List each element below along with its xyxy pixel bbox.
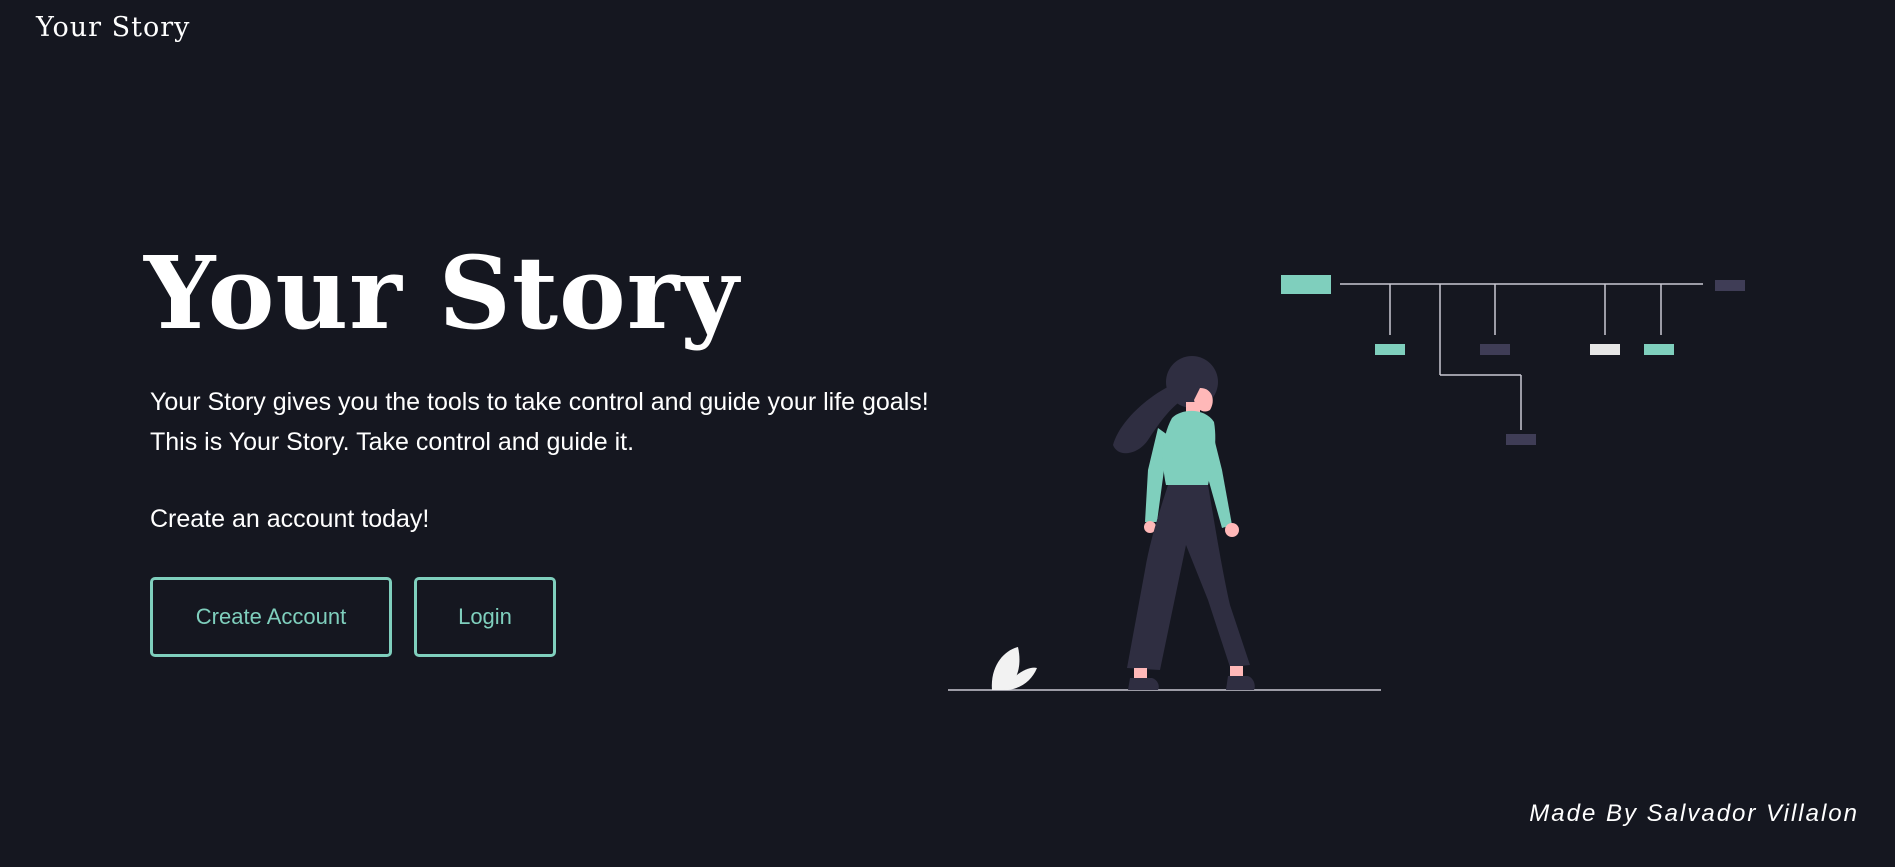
tagline-line-1: Your Story gives you the tools to take c… xyxy=(150,388,929,416)
woman-figure xyxy=(1113,356,1255,690)
hero-tagline: Your Story gives you the tools to take c… xyxy=(150,382,929,462)
login-button[interactable]: Login xyxy=(414,577,556,657)
leaf-icon xyxy=(991,647,1037,690)
woman-walking-timeline-illustration xyxy=(948,275,1745,691)
brand-logo[interactable]: Your Story xyxy=(36,12,190,43)
hero-title: Your Story xyxy=(144,234,740,352)
tagline-line-2: This is Your Story. Take control and gui… xyxy=(150,428,635,456)
create-account-button[interactable]: Create Account xyxy=(150,577,392,657)
footer-credit: Made By Salvador Villalon xyxy=(1529,800,1859,827)
cta-text: Create an account today! xyxy=(150,505,430,533)
timeline-graphic xyxy=(1281,275,1745,445)
